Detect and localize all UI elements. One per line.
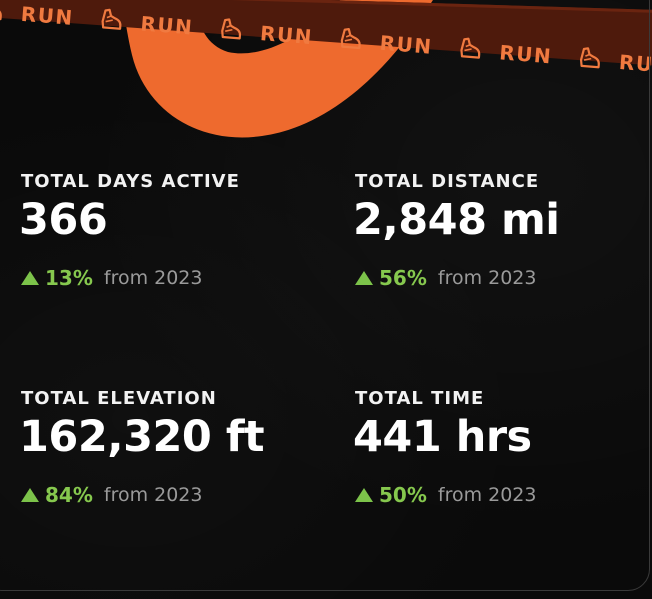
stat-value: 441 hrs bbox=[353, 412, 532, 462]
stat-value: 162,320 ft bbox=[19, 412, 265, 462]
stat-label: TOTAL TIME bbox=[355, 388, 485, 409]
change-percent: 56% bbox=[379, 266, 427, 290]
year-in-review-card: RUNRUNRUNRUNRUNRUNRUN TOTAL DAYS ACTIVE … bbox=[0, 0, 652, 599]
comparison-text: from 2023 bbox=[103, 484, 203, 506]
ribbon-run-text: RUN bbox=[498, 40, 553, 68]
ribbon-run-text: RUN bbox=[379, 31, 434, 59]
stat-change: 13% from 2023 bbox=[21, 266, 202, 290]
change-percent: 84% bbox=[45, 483, 93, 507]
triangle-up-icon bbox=[21, 271, 39, 285]
change-percent: 50% bbox=[379, 483, 427, 507]
stat-label: TOTAL DAYS ACTIVE bbox=[21, 171, 240, 192]
stat-label: TOTAL ELEVATION bbox=[21, 388, 217, 409]
triangle-up-icon bbox=[21, 488, 39, 502]
stat-change: 56% from 2023 bbox=[355, 266, 536, 290]
stat-change: 50% from 2023 bbox=[355, 483, 536, 507]
ribbon-run-text: RUN bbox=[140, 11, 195, 39]
ribbon-run-text: RUN bbox=[20, 2, 75, 30]
stat-value: 366 bbox=[19, 195, 108, 245]
comparison-text: from 2023 bbox=[437, 267, 537, 289]
stat-change: 84% from 2023 bbox=[21, 483, 202, 507]
change-percent: 13% bbox=[45, 266, 93, 290]
stat-label: TOTAL DISTANCE bbox=[355, 171, 540, 192]
triangle-up-icon bbox=[355, 488, 373, 502]
triangle-up-icon bbox=[355, 271, 373, 285]
ribbon-run-text: RUN bbox=[259, 21, 314, 49]
comparison-text: from 2023 bbox=[437, 484, 537, 506]
run-banner-graphic: RUNRUNRUNRUNRUNRUNRUN bbox=[0, 0, 652, 138]
ribbon-run-text: RUN bbox=[618, 50, 652, 78]
stat-value: 2,848 mi bbox=[353, 195, 560, 245]
comparison-text: from 2023 bbox=[103, 267, 203, 289]
